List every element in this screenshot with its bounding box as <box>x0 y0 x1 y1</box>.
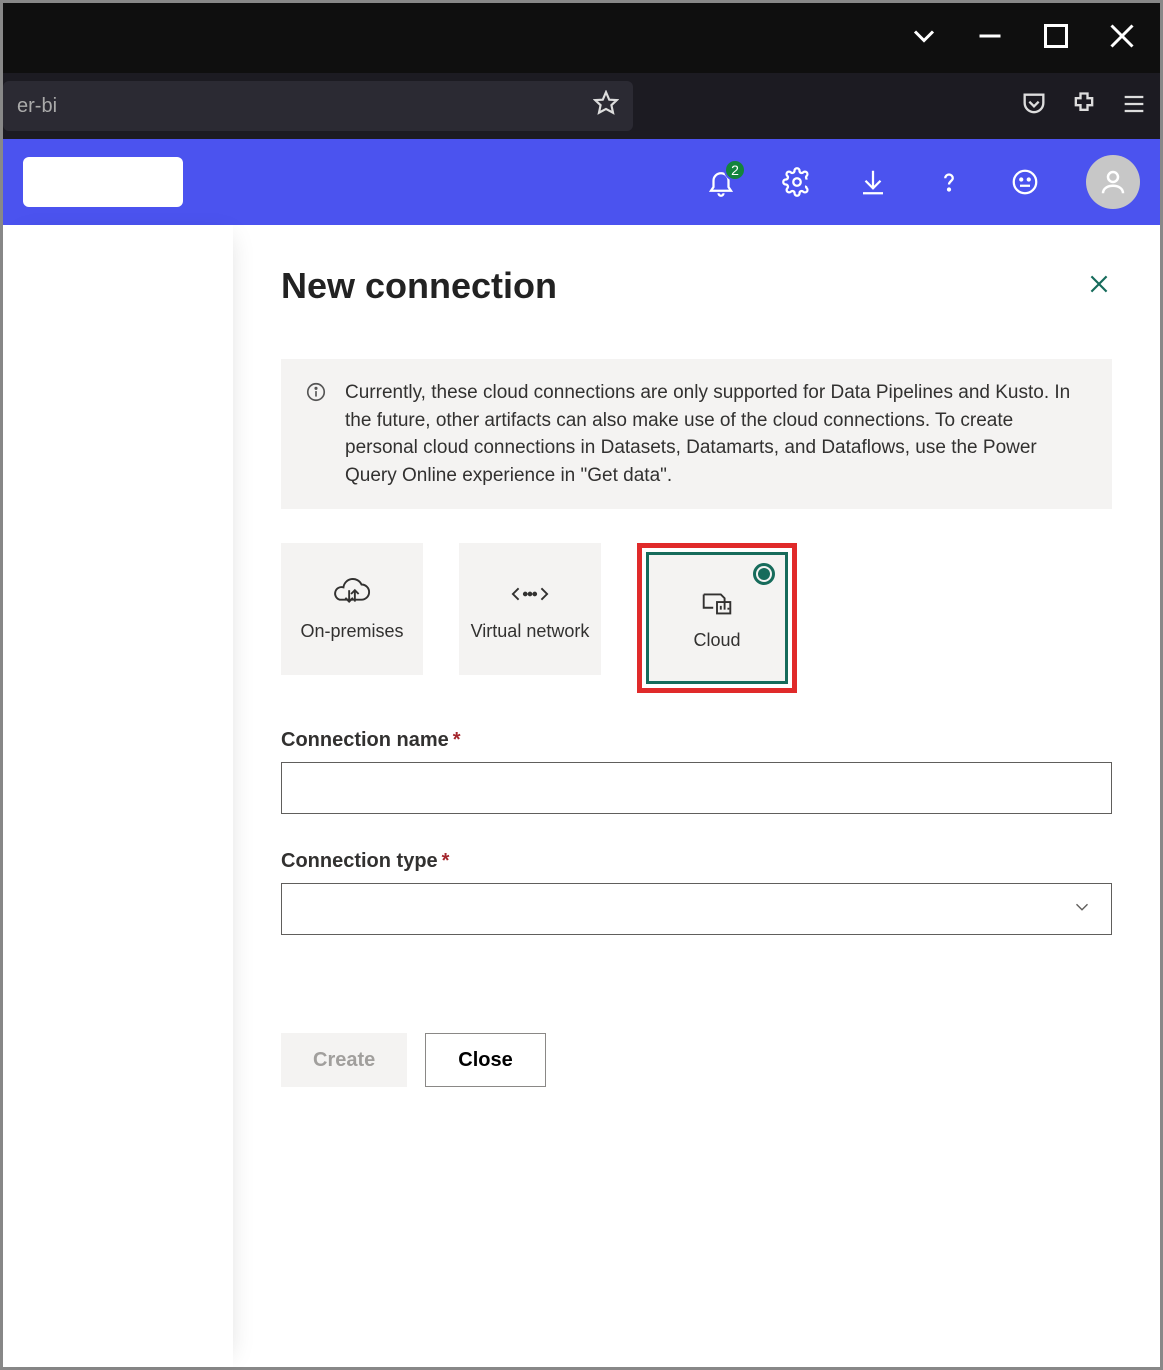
connection-name-input[interactable] <box>281 762 1112 814</box>
connection-mode-tiles: On-premises Virtual network Cloud <box>281 543 1112 693</box>
create-button: Create <box>281 1033 407 1087</box>
browser-titlebar <box>3 3 1160 73</box>
tile-label: On-premises <box>300 621 403 642</box>
star-icon[interactable] <box>593 90 619 122</box>
connection-type-label: Connection type* <box>281 850 1112 873</box>
pocket-icon[interactable] <box>1020 90 1048 123</box>
info-text: Currently, these cloud connections are o… <box>345 379 1088 489</box>
browser-toolbar: er-bi <box>3 73 1160 139</box>
required-marker: * <box>453 729 461 751</box>
connection-name-label: Connection name* <box>281 729 1112 752</box>
tile-label: Cloud <box>693 630 740 651</box>
menu-icon[interactable] <box>1120 90 1148 123</box>
connection-type-dropdown[interactable] <box>281 883 1112 935</box>
avatar[interactable] <box>1086 155 1140 209</box>
close-window-icon[interactable] <box>1104 18 1140 59</box>
panel-title: New connection <box>281 265 557 307</box>
download-button[interactable] <box>858 167 888 197</box>
search-input[interactable] <box>23 157 183 207</box>
chevron-down-icon[interactable] <box>906 18 942 59</box>
required-marker: * <box>442 850 450 872</box>
notifications-button[interactable]: 2 <box>706 167 736 197</box>
help-button[interactable] <box>934 167 964 197</box>
info-icon <box>305 381 327 489</box>
feedback-button[interactable] <box>1010 167 1040 197</box>
app-header: 2 <box>3 139 1160 225</box>
info-banner: Currently, these cloud connections are o… <box>281 359 1112 509</box>
close-panel-button[interactable] <box>1086 271 1112 302</box>
chevron-down-icon <box>1071 896 1093 923</box>
selected-indicator-icon <box>753 563 775 585</box>
side-backdrop <box>3 225 233 1367</box>
tile-label: Virtual network <box>471 621 590 642</box>
address-bar[interactable]: er-bi <box>3 81 633 131</box>
extensions-icon[interactable] <box>1070 90 1098 123</box>
minimize-icon[interactable] <box>972 18 1008 59</box>
close-button[interactable]: Close <box>425 1033 545 1087</box>
settings-button[interactable] <box>782 167 812 197</box>
url-fragment: er-bi <box>17 95 57 118</box>
tile-on-premises[interactable]: On-premises <box>281 543 423 675</box>
notification-badge: 2 <box>724 159 746 181</box>
tile-cloud[interactable]: Cloud <box>646 552 788 684</box>
new-connection-panel: New connection Currently, these cloud co… <box>233 225 1160 1367</box>
tile-virtual-network[interactable]: Virtual network <box>459 543 601 675</box>
maximize-icon[interactable] <box>1038 18 1074 59</box>
highlight-box: Cloud <box>637 543 797 693</box>
